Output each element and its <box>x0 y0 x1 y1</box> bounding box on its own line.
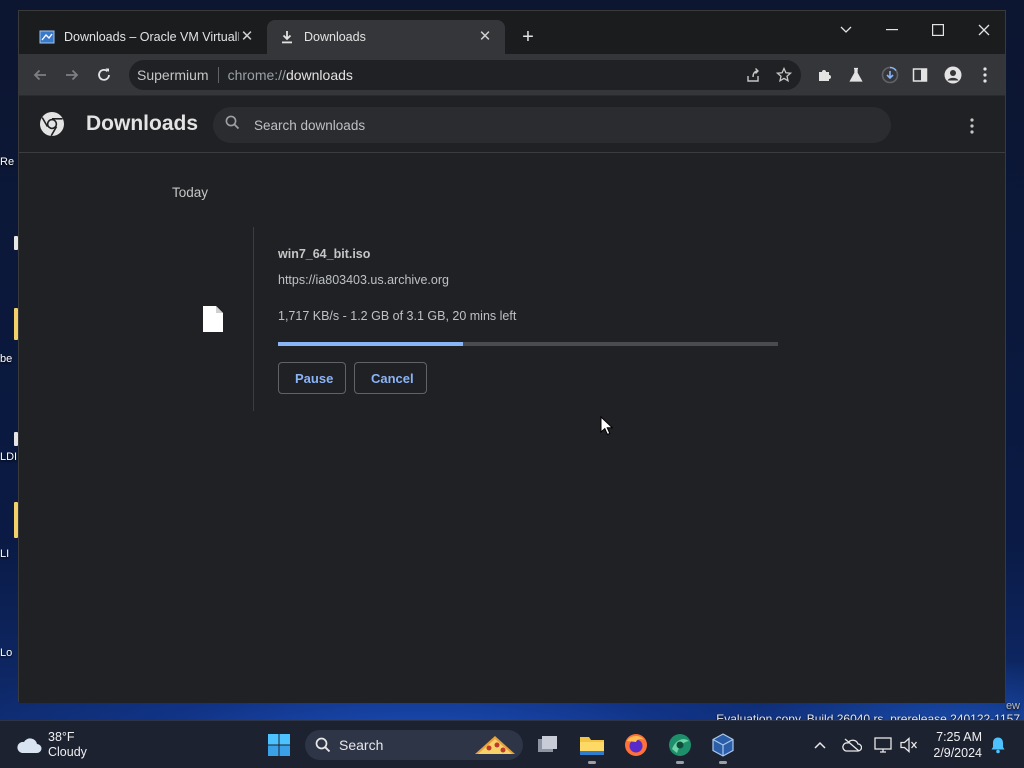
tab-title: Downloads – Oracle VM VirtualBox <box>64 30 239 44</box>
download-progress-bar <box>278 342 778 346</box>
url-scheme: chrome:// <box>227 67 286 83</box>
new-tab-button[interactable]: + <box>517 26 539 48</box>
tab-search-chevron-icon[interactable] <box>823 15 869 45</box>
downloads-header: Downloads <box>19 97 1005 153</box>
minimize-icon[interactable] <box>869 15 915 45</box>
notification-bell-icon[interactable] <box>988 735 1008 755</box>
download-status-text: 1,717 KB/s - 1.2 GB of 3.1 GB, 20 mins l… <box>278 309 517 323</box>
tab-downloads[interactable]: Downloads ✕ <box>267 20 505 54</box>
weather-description: Cloudy <box>48 745 87 759</box>
download-file-name[interactable]: win7_64_bit.iso <box>278 247 370 261</box>
taskbar-search-box[interactable]: Search <box>305 730 523 760</box>
supermium-browser-icon[interactable] <box>664 729 696 764</box>
close-tab-icon[interactable]: ✕ <box>239 29 255 45</box>
url-path: downloads <box>285 67 353 83</box>
taskbar-search-label: Search <box>339 737 384 753</box>
search-icon <box>315 737 331 753</box>
volume-muted-icon[interactable] <box>899 735 919 755</box>
mouse-cursor-icon <box>600 416 614 436</box>
bookmark-star-icon[interactable] <box>775 66 793 86</box>
start-button-windows-icon[interactable] <box>263 729 295 761</box>
weather-temperature: 38°F <box>48 730 75 744</box>
forward-arrow-icon[interactable] <box>59 62 85 88</box>
share-icon[interactable] <box>745 67 761 86</box>
page-title: Downloads <box>86 112 199 135</box>
downloads-page: Downloads Today win7_64_bit.iso https://… <box>19 97 1005 703</box>
cloud-icon <box>17 738 42 753</box>
onedrive-offline-icon[interactable] <box>842 735 862 755</box>
virtualbox-icon <box>39 29 55 45</box>
back-arrow-icon[interactable] <box>27 62 53 88</box>
desktop-icon-label[interactable]: LI <box>0 548 18 560</box>
more-options-icon[interactable] <box>961 115 983 137</box>
tab-title: Downloads <box>304 30 366 44</box>
taskbar-clock[interactable]: 7:25 AM 2/9/2024 <box>928 729 982 761</box>
profile-avatar-icon[interactable] <box>940 62 966 88</box>
task-view-icon[interactable] <box>532 729 564 761</box>
file-icon <box>203 306 223 332</box>
clock-time: 7:25 AM <box>936 730 982 744</box>
browser-window: Downloads – Oracle VM VirtualBox ✕ Downl… <box>18 10 1006 703</box>
site-name: Supermium <box>137 67 209 83</box>
tab-virtualbox-downloads[interactable]: Downloads – Oracle VM VirtualBox ✕ <box>27 20 267 54</box>
search-downloads-input[interactable] <box>254 117 891 133</box>
show-hidden-icons-chevron-icon[interactable] <box>810 735 830 755</box>
downloads-progress-icon[interactable] <box>877 62 903 88</box>
desktop-icon-label[interactable]: Lo <box>0 647 18 659</box>
close-tab-icon[interactable]: ✕ <box>477 29 493 45</box>
watermark-line1: ew <box>1005 700 1020 712</box>
pause-button[interactable]: Pause <box>278 362 346 394</box>
download-icon <box>279 29 295 45</box>
side-panel-icon[interactable] <box>907 62 933 88</box>
clock-date: 2/9/2024 <box>933 746 982 760</box>
desktop-icon-recycle-label[interactable]: Re <box>0 156 18 168</box>
address-divider <box>217 67 219 83</box>
browser-toolbar: Supermium chrome:// downloads <box>19 54 1005 96</box>
close-window-icon[interactable] <box>961 15 1007 45</box>
desktop-icon-label[interactable]: be <box>0 353 18 365</box>
desktop-icon-label[interactable]: LDI <box>0 451 18 463</box>
date-group-label: Today <box>172 185 209 200</box>
download-source-url[interactable]: https://ia803403.us.archive.org <box>278 273 449 287</box>
download-item-card: win7_64_bit.iso https://ia803403.us.arch… <box>203 227 849 411</box>
search-icon <box>225 115 240 135</box>
firefox-icon[interactable] <box>620 729 652 761</box>
chromium-logo-icon <box>40 112 64 137</box>
cancel-button[interactable]: Cancel <box>354 362 427 394</box>
address-bar[interactable]: Supermium chrome:// downloads <box>129 60 801 90</box>
pizza-search-highlight-icon <box>473 734 517 759</box>
network-monitor-icon[interactable] <box>873 735 893 755</box>
tab-strip: Downloads – Oracle VM VirtualBox ✕ Downl… <box>19 11 1005 54</box>
extensions-puzzle-icon[interactable] <box>812 62 838 88</box>
file-explorer-icon[interactable] <box>576 729 608 764</box>
labs-flask-icon[interactable] <box>843 62 869 88</box>
search-downloads-box[interactable] <box>213 107 891 143</box>
download-progress-fill <box>278 342 463 346</box>
maximize-icon[interactable] <box>915 15 961 45</box>
taskbar: 38°F Cloudy Search 7:25 AM 2/9/2024 <box>0 720 1024 768</box>
weather-widget[interactable]: 38°F Cloudy <box>16 728 87 762</box>
reload-icon[interactable] <box>91 62 117 88</box>
browser-menu-icon[interactable] <box>972 62 998 88</box>
virtualbox-taskbar-icon[interactable] <box>707 729 739 764</box>
